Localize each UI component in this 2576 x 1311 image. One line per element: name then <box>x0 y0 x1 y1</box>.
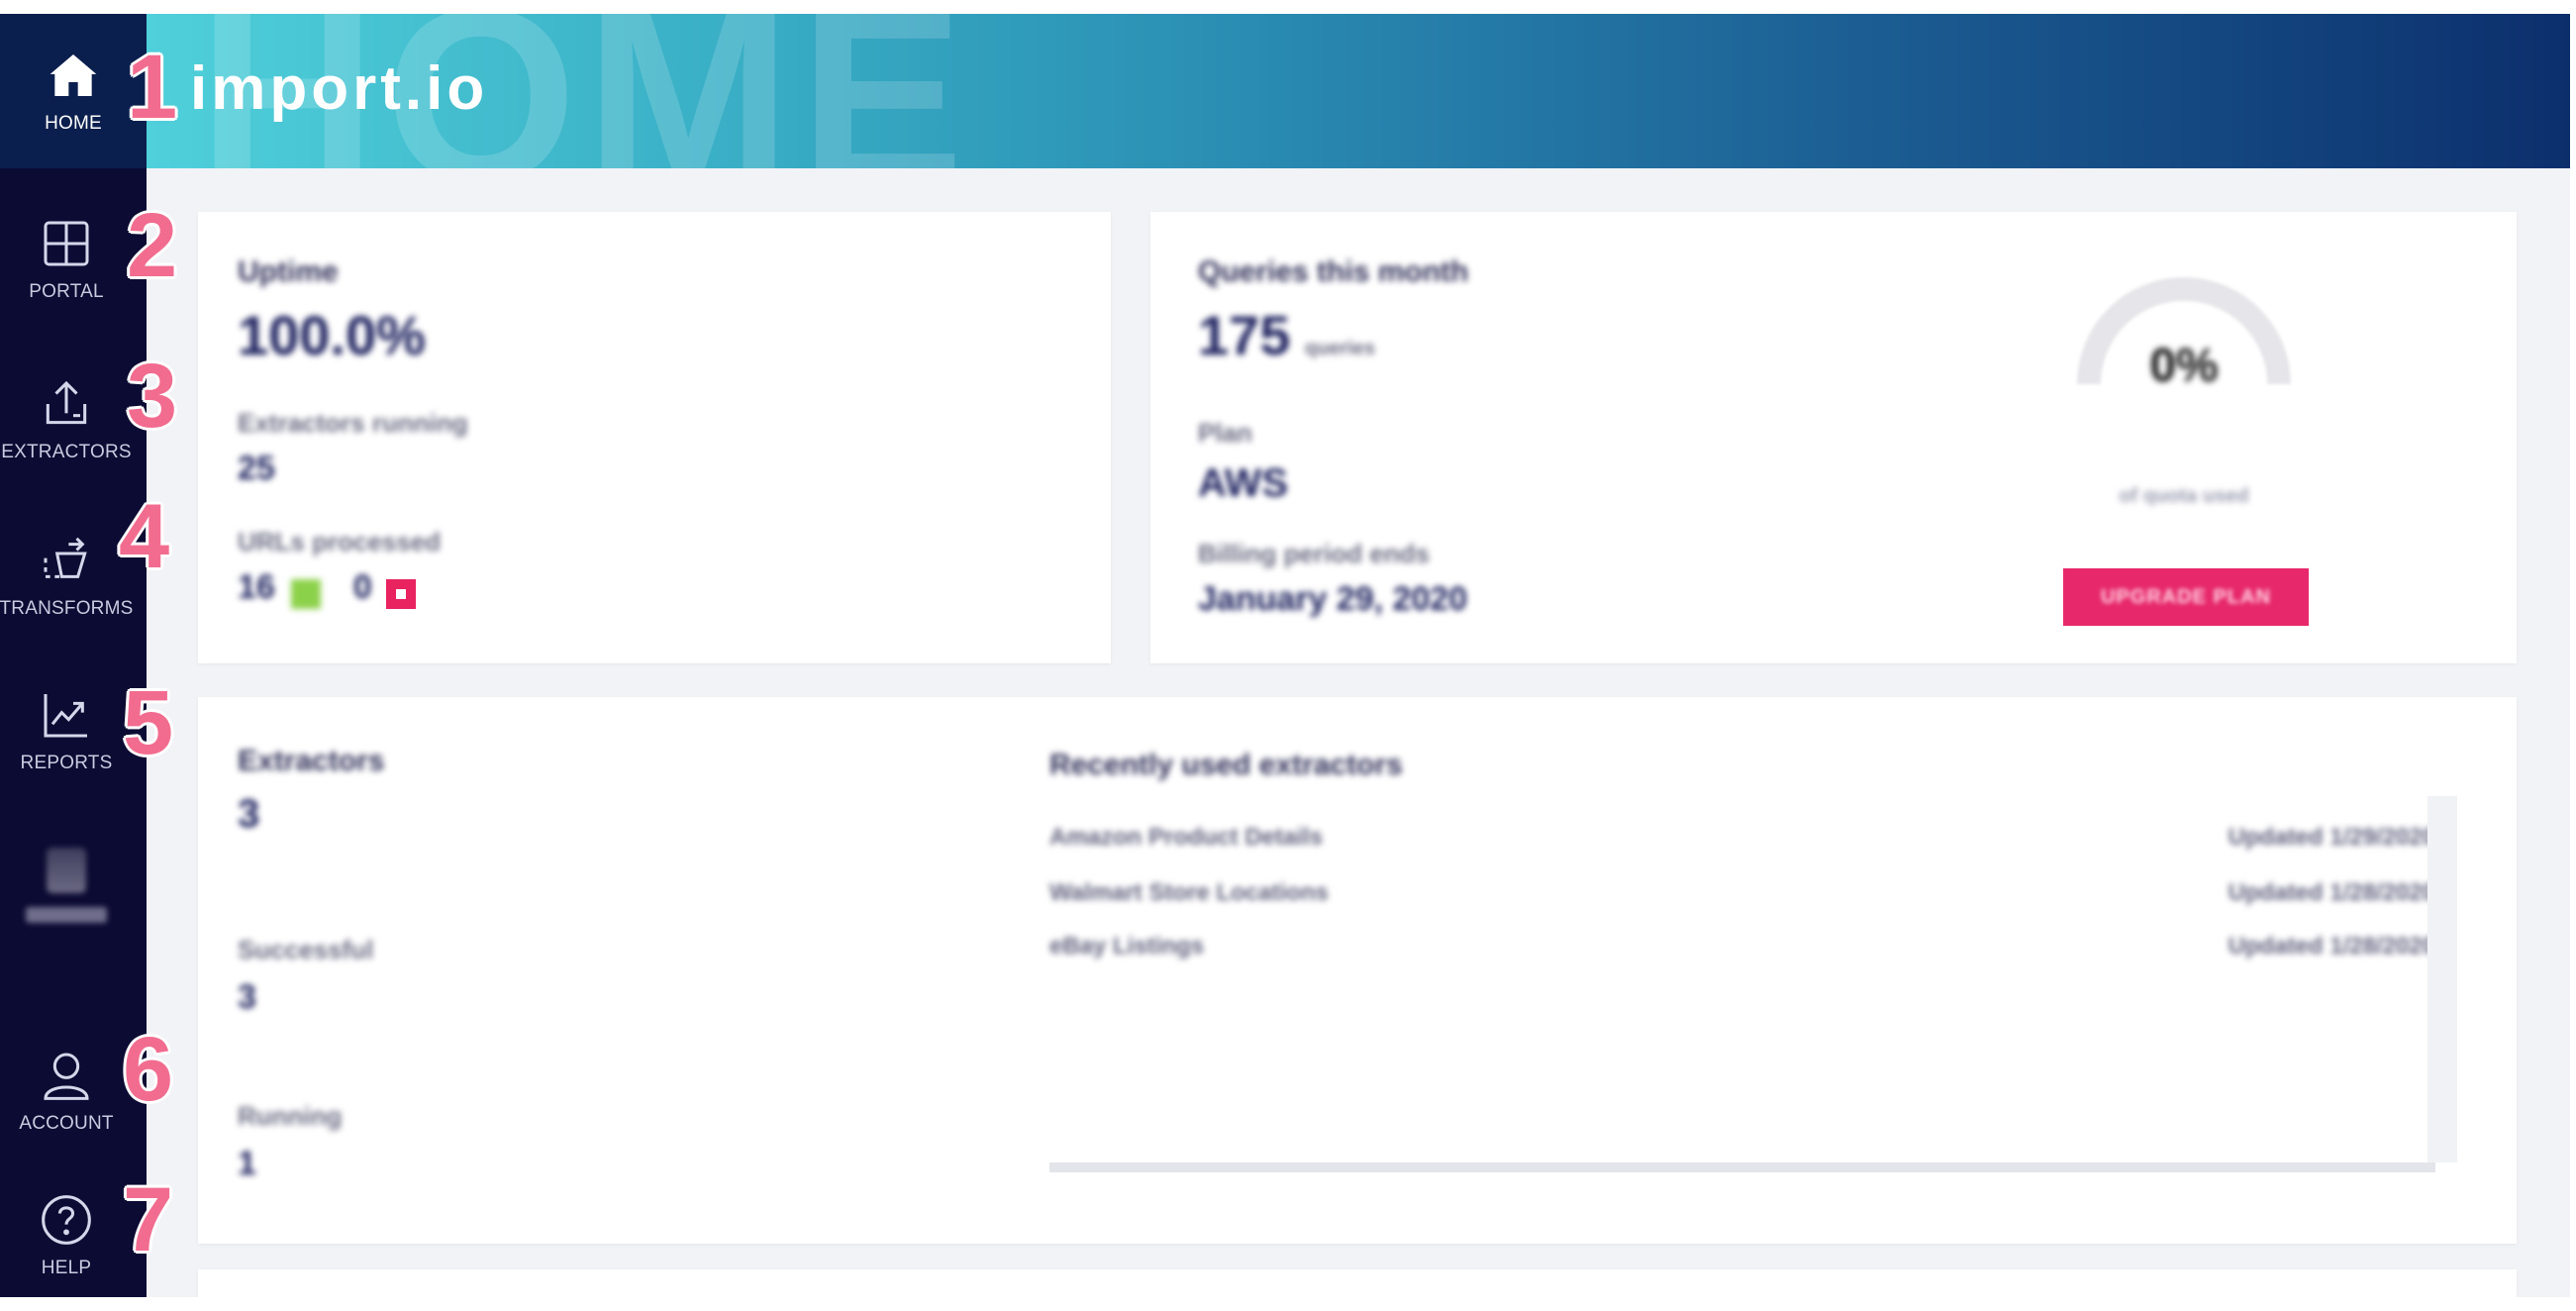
successful-value: 3 <box>238 978 256 1016</box>
transform-icon <box>44 537 87 578</box>
stats-card: Uptime 100.0% Extractors running 25 URLs… <box>198 212 1111 663</box>
callout-4: 4 <box>119 486 170 587</box>
table-row[interactable]: Amazon Product Details Updated 1/29/2020 <box>1049 824 2435 863</box>
workspace-avatar <box>47 848 86 893</box>
extractors-card: Extractors 3 Successful 3 Running 1 Rece… <box>198 697 2517 1244</box>
uptime-value: 100.0% <box>238 304 426 366</box>
billing-label: Billing period ends <box>1198 539 1431 568</box>
grid-icon <box>44 221 89 266</box>
help-icon <box>42 1195 91 1245</box>
user-icon <box>44 1053 89 1100</box>
sidebar-item-label: HELP <box>41 1258 92 1278</box>
urls-processed-label: URLs processed <box>238 527 442 556</box>
upgrade-plan-label: UPGRADE PLAN <box>2100 585 2271 608</box>
callout-6: 6 <box>123 1019 174 1120</box>
urls-failed-value: 0 <box>352 568 372 606</box>
extractors-running-value: 25 <box>238 450 275 487</box>
sidebar-item-label: TRANSFORMS <box>0 598 134 619</box>
extractors-label: Extractors <box>238 745 385 777</box>
sidebar-item-label: ACCOUNT <box>19 1113 114 1134</box>
recent-extractors-title: Recently used extractors <box>1049 749 1403 781</box>
sidebar-item-label: EXTRACTORS <box>1 442 132 462</box>
sidebar-item-reports[interactable]: REPORTS <box>0 671 133 790</box>
queries-row: 175 queries <box>1198 303 1375 367</box>
successful-label: Successful <box>238 935 374 964</box>
extractors-running-label: Extractors running <box>238 408 468 438</box>
urls-processed-value: 16 <box>238 568 275 606</box>
queries-label: Queries this month <box>1198 255 1469 288</box>
vertical-scrollbar[interactable] <box>2427 796 2457 1162</box>
sidebar-item-label: PORTAL <box>29 281 104 302</box>
plan-value: AWS <box>1198 461 1289 505</box>
extractors-value: 3 <box>238 792 260 836</box>
workspace-label-redacted <box>26 907 107 923</box>
gauge-caption: of quota used <box>2119 485 2249 507</box>
urls-processed-row: 16 0 <box>238 568 417 609</box>
home-icon <box>50 54 97 96</box>
sidebar-item-extractors[interactable]: EXTRACTORS <box>0 360 133 479</box>
import-io-logo[interactable]: import.io <box>190 53 488 124</box>
running-label: Running <box>238 1101 343 1131</box>
callout-5: 5 <box>123 672 174 773</box>
horizontal-scrollbar[interactable] <box>1049 1162 2435 1172</box>
callout-2: 2 <box>127 195 178 296</box>
table-row[interactable]: Walmart Store Locations Updated 1/28/202… <box>1049 879 2435 919</box>
extractor-name: eBay Listings <box>1049 933 1205 959</box>
queries-value: 175 <box>1198 304 1291 366</box>
gauge-percent: 0% <box>2149 340 2219 392</box>
extractor-date: Updated 1/28/2020 <box>2228 933 2435 959</box>
sidebar-item-help[interactable]: HELP <box>0 1176 133 1295</box>
billing-value: January 29, 2020 <box>1198 580 1468 618</box>
sidebar-item-portal[interactable]: PORTAL <box>0 200 133 319</box>
sidebar-item-home[interactable]: HOME <box>0 14 147 168</box>
plan-label: Plan <box>1198 418 1252 448</box>
chart-icon <box>44 694 87 738</box>
extractor-date: Updated 1/28/2020 <box>2228 879 2435 906</box>
sidebar-item-label: REPORTS <box>20 753 113 773</box>
extractor-name: Walmart Store Locations <box>1049 879 1329 906</box>
next-card <box>198 1269 2517 1297</box>
app-window: HOME import.io HOME PORTAL EXTRACTORS TR… <box>0 14 2570 1297</box>
sidebar-item-label: HOME <box>45 113 102 134</box>
sidebar-item-workspace[interactable] <box>0 826 133 945</box>
upload-icon <box>46 380 87 425</box>
queries-unit: queries <box>1304 338 1376 359</box>
failure-status-icon <box>386 578 417 609</box>
header-banner: HOME import.io <box>147 14 2570 168</box>
extractor-date: Updated 1/29/2020 <box>2228 824 2435 851</box>
uptime-label: Uptime <box>238 255 339 288</box>
sidebar-item-account[interactable]: ACCOUNT <box>0 1032 133 1151</box>
extractor-name: Amazon Product Details <box>1049 824 1324 851</box>
callout-7: 7 <box>123 1169 174 1270</box>
table-row[interactable]: eBay Listings Updated 1/28/2020 <box>1049 933 2435 972</box>
callout-3: 3 <box>127 346 178 447</box>
upgrade-plan-button[interactable]: UPGRADE PLAN <box>2063 568 2309 626</box>
success-status-icon <box>291 578 322 609</box>
sidebar-item-transforms[interactable]: TRANSFORMS <box>0 517 133 636</box>
running-value: 1 <box>238 1145 256 1182</box>
callout-1: 1 <box>127 37 178 138</box>
usage-card: Queries this month 175 queries Plan AWS … <box>1150 212 2517 663</box>
